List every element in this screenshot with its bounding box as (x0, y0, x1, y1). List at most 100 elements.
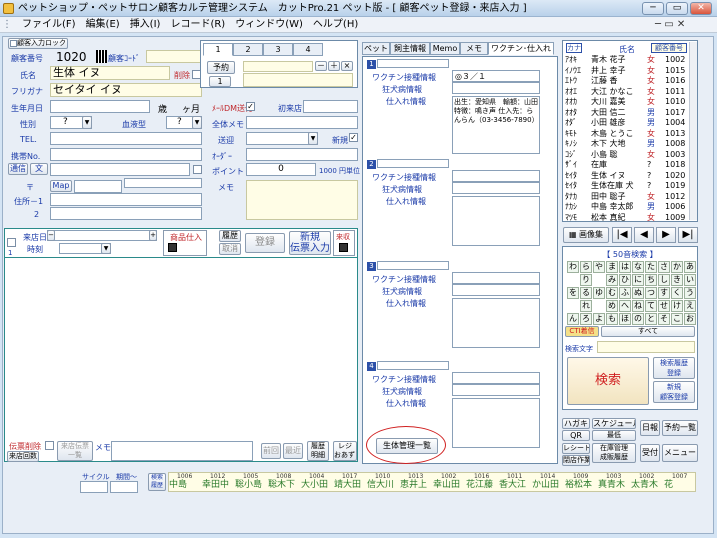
postcard-button[interactable]: ハガキ (562, 418, 590, 429)
tab-owner[interactable]: 飼主情報 (390, 42, 430, 55)
vaccine-input[interactable] (452, 170, 540, 182)
visit-count-button[interactable]: 来店回数 (7, 451, 39, 462)
blood-dropdown-icon[interactable]: ▼ (192, 116, 202, 129)
kana-button[interactable]: あ (684, 261, 696, 273)
kana-button[interactable]: て (645, 300, 657, 312)
receipt-button[interactable]: 来収 (333, 230, 355, 256)
kana-button[interactable]: さ (658, 261, 670, 273)
list-item[interactable]: ﾏﾂﾓ 松本 真紀 女 1009 (565, 213, 688, 222)
minimize-button[interactable]: ─ (642, 2, 664, 15)
strip-entry[interactable]: 1008 聡木下 (268, 473, 301, 491)
product-purchase-button[interactable]: 商品仕入 (163, 230, 207, 256)
menu-help[interactable]: ヘルプ(H) (313, 19, 358, 30)
customer-code-input[interactable] (146, 50, 202, 63)
kana-button[interactable]: か (671, 261, 683, 273)
schedule-button[interactable]: スケジュール (592, 418, 636, 429)
strip-entry[interactable]: 1002 太青木 (631, 473, 664, 491)
list-item[interactable]: ｷﾓﾄ 木島 とうこ 女 1013 (565, 129, 688, 140)
disease-input[interactable] (452, 384, 540, 396)
tab-1[interactable]: 1 (203, 43, 233, 56)
visit-time-dropdown-icon[interactable]: ▼ (101, 243, 111, 254)
kana-button[interactable]: ほ (619, 313, 631, 325)
strip-entry[interactable]: 1013 恵井上 (400, 473, 433, 491)
section-header-input[interactable] (377, 361, 449, 370)
list-item[interactable]: ｵｵｴ 大江 かなこ 女 1011 (565, 87, 688, 98)
reserve-count-badge[interactable]: 1 (209, 76, 231, 87)
zip-extra-input[interactable] (124, 178, 202, 188)
kana-button[interactable]: る (580, 287, 592, 299)
search-input[interactable] (597, 341, 695, 353)
purchase-input[interactable] (452, 398, 540, 448)
visit-memo-input[interactable] (111, 441, 253, 461)
kana-button[interactable]: と (645, 313, 657, 325)
memo-input[interactable] (246, 116, 358, 129)
qr-sub-button[interactable]: 最低 (592, 430, 636, 441)
period-input[interactable] (110, 481, 138, 493)
furigana-input[interactable]: セイタイ イヌ (50, 83, 202, 97)
cti-button[interactable]: CTI着信 (565, 326, 599, 337)
list-item[interactable]: ﾅｶｼ 中島 幸太郎 男 1006 (565, 202, 688, 213)
register-deposit-button[interactable]: レジおあずり (333, 441, 357, 461)
mobile-input[interactable] (50, 148, 202, 161)
mdi-controls[interactable]: ─ ▭ ✕ (655, 19, 685, 30)
recent-button[interactable]: 最近 (283, 443, 303, 459)
kana-button[interactable]: ら (580, 261, 592, 273)
visit-date-minus[interactable]: − (47, 230, 55, 241)
reservation-list-button[interactable]: 予約一覧 (662, 420, 698, 436)
kana-button[interactable]: は (619, 261, 631, 273)
kana-button[interactable]: す (658, 287, 670, 299)
purchase-input[interactable] (452, 298, 540, 348)
disease-input[interactable] (452, 82, 540, 94)
list-item[interactable]: ｲﾉｳｴ 井上 幸子 女 1015 (565, 66, 688, 77)
vaccine-input[interactable]: ◎３／１ (452, 70, 540, 82)
birthday-input[interactable] (50, 100, 150, 113)
kana-button[interactable]: の (632, 313, 644, 325)
list-item[interactable]: ｺｼﾞ 小島 聡 女 1003 (565, 150, 688, 161)
register-button[interactable]: 登録 (245, 233, 285, 253)
point-input[interactable]: 0 (246, 163, 316, 176)
maximize-button[interactable]: ▭ (666, 2, 688, 15)
zip-input[interactable] (74, 180, 122, 193)
kana-button[interactable]: こ (671, 313, 683, 325)
tab-vaccine[interactable]: ワクチン･仕入れ (488, 42, 554, 55)
menu-file[interactable]: ファイル(F) (22, 19, 76, 30)
lock-checkbox-button[interactable]: 顧客入力ロック (8, 38, 68, 49)
first-record-button[interactable]: |◀ (612, 227, 632, 243)
vaccine-input[interactable] (452, 372, 540, 384)
kana-button[interactable]: ひ (619, 274, 631, 286)
menu-edit[interactable]: 編集(E) (86, 19, 120, 30)
slip-delete-checkbox[interactable] (45, 441, 54, 450)
tab-3[interactable]: 3 (263, 43, 293, 56)
strip-entry[interactable]: 1012 幸田中 (202, 473, 235, 491)
list-header-kana[interactable]: カナ (566, 43, 582, 53)
kana-button[interactable]: も (606, 313, 618, 325)
disease-input[interactable] (452, 284, 540, 296)
menu-window[interactable]: ウィンドウ(W) (235, 19, 303, 30)
kana-button[interactable]: わ (567, 261, 579, 273)
kana-button[interactable]: く (671, 287, 683, 299)
new-checkbox[interactable]: ✓ (349, 133, 358, 142)
list-item[interactable]: ﾀﾅｶ 田中 聡子 女 1012 (565, 192, 688, 203)
list-item[interactable]: ｾｲﾀ 生体 イヌ? 1020 (565, 171, 688, 182)
purchase-input[interactable]: 出生：愛知県 輸額：山田 特徴：鳴き声 仕入先：らんらん（03-3456-789… (452, 96, 540, 154)
kana-button[interactable]: み (606, 274, 618, 286)
strip-entry[interactable]: 1007 花 (664, 473, 695, 491)
kana-button[interactable]: む (606, 287, 618, 299)
kana-button[interactable]: い (684, 274, 696, 286)
receipt-print-button[interactable]: レシート (562, 443, 590, 454)
close-window-button[interactable]: ✕ (690, 2, 712, 15)
closing-button[interactable]: 閉店作業 (562, 455, 590, 466)
disease-input[interactable] (452, 182, 540, 194)
kana-button[interactable]: ち (645, 274, 657, 286)
kana-button[interactable]: な (632, 261, 644, 273)
strip-entry[interactable]: 1004 大小田 (301, 473, 334, 491)
mail-input[interactable] (50, 163, 190, 176)
next-record-button[interactable]: ▶ (656, 227, 676, 243)
kana-button[interactable]: ま (606, 261, 618, 273)
menu-button[interactable]: メニュー (662, 444, 698, 462)
first-visit-input[interactable] (303, 100, 358, 113)
visit-date-input[interactable] (47, 230, 157, 241)
list-item[interactable]: ｵｵｶ 大川 嘉美 女 1010 (565, 97, 688, 108)
kana-button[interactable]: え (684, 300, 696, 312)
reserve-input[interactable] (243, 61, 313, 72)
